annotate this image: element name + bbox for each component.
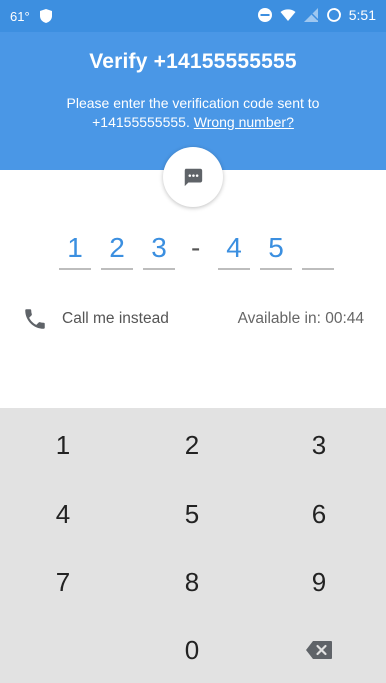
no-signal-icon xyxy=(303,8,319,22)
backspace-icon xyxy=(306,641,332,659)
key-5[interactable]: 5 xyxy=(132,482,252,546)
code-digit-5[interactable]: 5 xyxy=(260,230,292,270)
temperature-text: 61° xyxy=(10,8,30,24)
code-digit-1[interactable]: 1 xyxy=(59,230,91,270)
status-bar: 61° 5:51 xyxy=(0,0,386,32)
page-title: Verify +14155555555 xyxy=(89,50,297,73)
sms-badge xyxy=(163,147,223,207)
call-me-label[interactable]: Call me instead xyxy=(62,310,169,328)
countdown-timer: Available in: 00:44 xyxy=(237,310,364,327)
key-6[interactable]: 6 xyxy=(259,482,379,546)
status-bar-right: 5:51 xyxy=(257,7,376,23)
shield-icon xyxy=(39,9,52,23)
code-separator: - xyxy=(191,232,201,263)
battery-charging-icon xyxy=(326,8,341,22)
code-digit-6[interactable] xyxy=(302,230,334,270)
key-2[interactable]: 2 xyxy=(132,413,252,477)
key-9[interactable]: 9 xyxy=(259,550,379,614)
wrong-number-link[interactable]: Wrong number? xyxy=(194,114,294,130)
key-4[interactable]: 4 xyxy=(3,482,123,546)
verification-code-input[interactable]: 1 2 3 - 4 5 xyxy=(0,230,386,274)
numeric-keypad: 1 2 3 4 5 6 7 8 9 0 xyxy=(0,408,386,683)
chat-bubble-icon xyxy=(184,168,203,187)
key-7[interactable]: 7 xyxy=(3,550,123,614)
do-not-disturb-icon xyxy=(257,8,272,22)
backspace-key[interactable] xyxy=(259,618,379,682)
key-8[interactable]: 8 xyxy=(132,550,252,614)
clock: 5:51 xyxy=(348,7,376,23)
code-digit-3[interactable]: 3 xyxy=(143,230,175,270)
key-1[interactable]: 1 xyxy=(3,413,123,477)
code-digit-2[interactable]: 2 xyxy=(101,230,133,270)
status-bar-left: 61° xyxy=(10,8,54,24)
call-me-row[interactable]: Call me instead Available in: 00:44 xyxy=(0,298,386,338)
wifi-icon xyxy=(280,9,296,21)
key-0[interactable]: 0 xyxy=(132,618,252,682)
code-digit-4[interactable]: 4 xyxy=(218,230,250,270)
phone-icon xyxy=(25,309,45,329)
key-3[interactable]: 3 xyxy=(259,413,379,477)
verify-screen: 61° 5:51 Verify +14155555555 Please ente… xyxy=(0,0,386,683)
instruction-text: Please enter the verification code sent … xyxy=(20,94,366,132)
